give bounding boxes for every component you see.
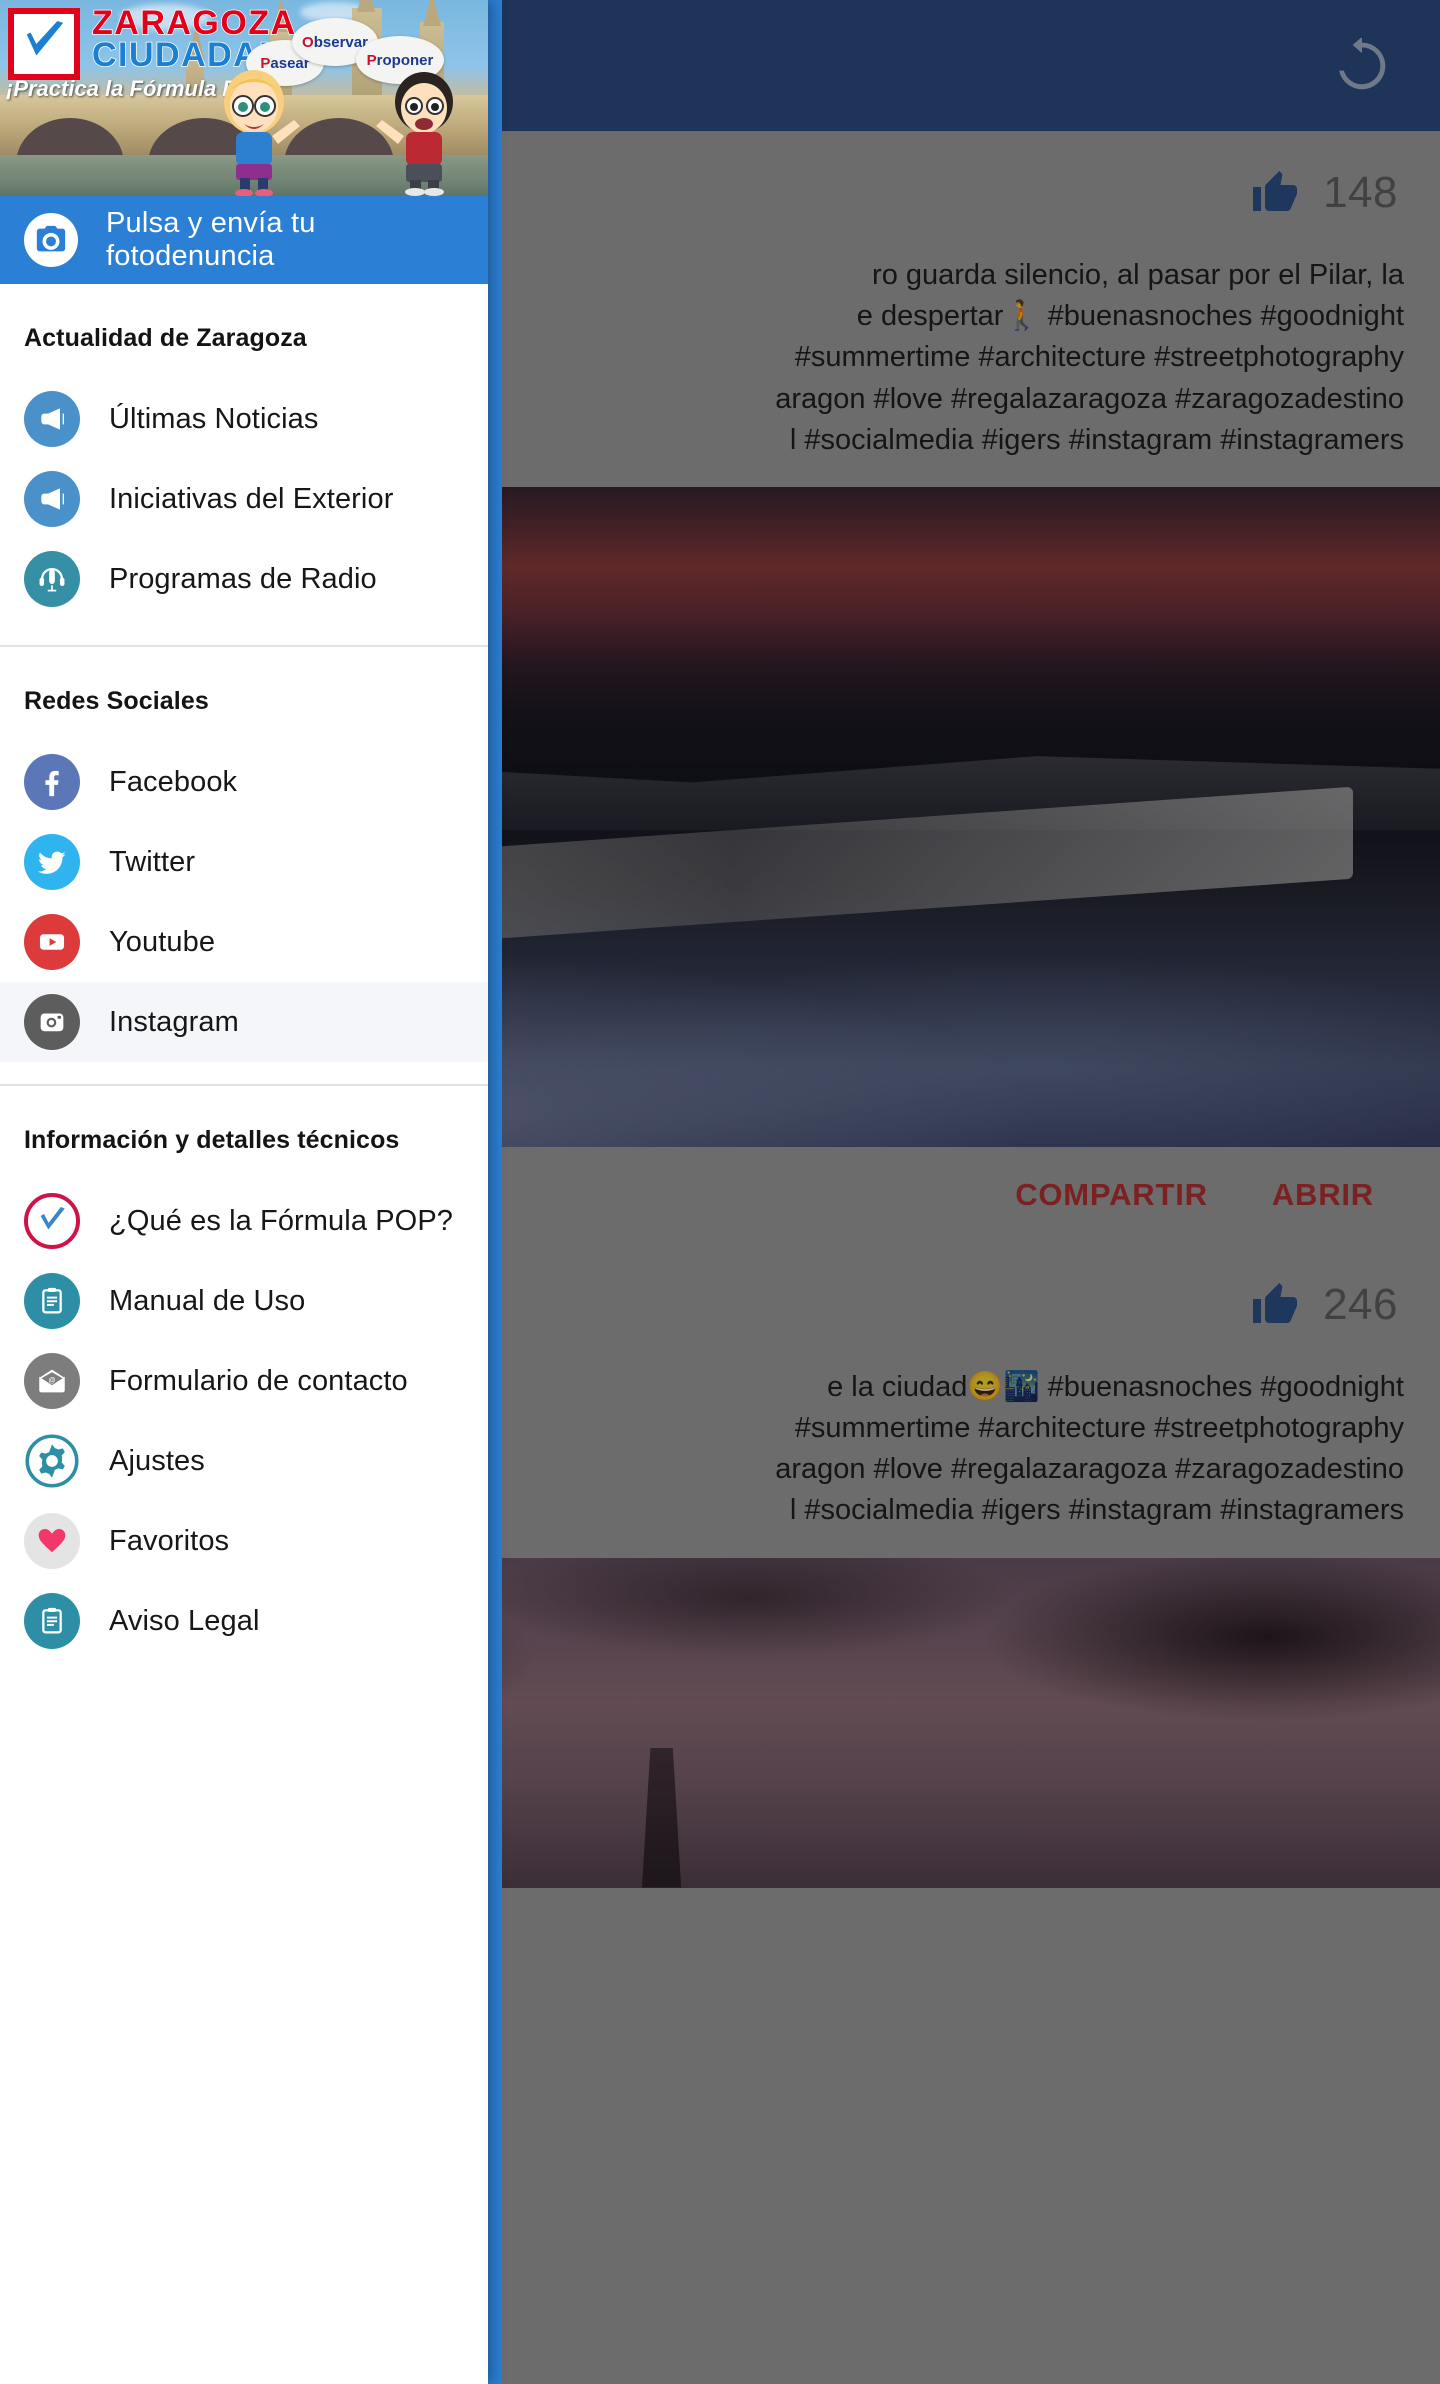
- sidebar-item-ajustes[interactable]: Ajustes: [0, 1421, 488, 1501]
- svg-text:@: @: [48, 1377, 55, 1385]
- sidebar-item-label: Aviso Legal: [109, 1604, 260, 1637]
- sidebar-item-twitter[interactable]: Twitter: [0, 822, 488, 902]
- photo-complaint-label: Pulsa y envía tu fotodenuncia: [106, 207, 316, 272]
- mascot-girl: [224, 70, 300, 196]
- bubble-label: Observar: [302, 33, 368, 51]
- pop-check-icon: [24, 1193, 80, 1249]
- photo-complaint-button[interactable]: Pulsa y envía tu fotodenuncia: [0, 196, 488, 284]
- drawer-header-banner: ZARAGOZA CIUDADANA ¡Practica la Fórmula …: [0, 0, 488, 196]
- section-title: Redes Sociales: [24, 687, 209, 715]
- sidebar-item-label: Twitter: [109, 845, 196, 878]
- checkmark-icon: [26, 21, 64, 56]
- sidebar-item-ultimas-noticias[interactable]: Últimas Noticias: [0, 379, 488, 459]
- brand-title-line1: ZARAGOZA: [91, 4, 297, 42]
- document-icon: [24, 1593, 80, 1649]
- twitter-icon: [24, 834, 80, 890]
- facebook-icon: [24, 754, 80, 810]
- document-icon: [24, 1273, 80, 1329]
- youtube-icon: [24, 914, 80, 970]
- sidebar-item-iniciativas-exterior[interactable]: Iniciativas del Exterior: [0, 459, 488, 539]
- camera-icon: [24, 213, 78, 267]
- sidebar-item-label: Instagram: [109, 1005, 239, 1038]
- drawer-edge-accent: [488, 0, 502, 2384]
- heart-icon: [24, 1513, 80, 1569]
- navigation-drawer: ZARAGOZA CIUDADANA ¡Practica la Fórmula …: [0, 0, 488, 2384]
- basilica-spire: [423, 0, 441, 26]
- sidebar-item-instagram[interactable]: Instagram: [0, 982, 488, 1062]
- sidebar-item-manual-de-uso[interactable]: Manual de Uso: [0, 1261, 488, 1341]
- mail-envelope-icon: @: [24, 1353, 80, 1409]
- sidebar-item-label: Programas de Radio: [109, 562, 377, 595]
- sidebar-item-label: Youtube: [109, 925, 216, 958]
- sidebar-item-programas-radio[interactable]: Programas de Radio: [0, 539, 488, 619]
- app-root: 148 ro guarda silencio, al pasar por el …: [0, 0, 1440, 2384]
- sidebar-item-que-es-formula-pop[interactable]: ¿Qué es la Fórmula POP?: [0, 1181, 488, 1261]
- basilica-spire: [357, 0, 375, 12]
- section-informacion: Información y detalles técnicos ¿Qué es …: [0, 1086, 488, 1661]
- megaphone-icon: [24, 391, 80, 447]
- sidebar-item-formulario-contacto[interactable]: @ Formulario de contacto: [0, 1341, 488, 1421]
- sidebar-item-label: Manual de Uso: [109, 1284, 306, 1317]
- sidebar-item-youtube[interactable]: Youtube: [0, 902, 488, 982]
- drawer-scrim[interactable]: [502, 0, 1440, 2384]
- sidebar-item-label: Facebook: [109, 765, 238, 798]
- section-title: Información y detalles técnicos: [24, 1126, 400, 1154]
- section-actualidad: Actualidad de Zaragoza Últimas Noticias …: [0, 284, 488, 645]
- instagram-icon: [24, 994, 80, 1050]
- sidebar-item-label: Favoritos: [109, 1524, 230, 1557]
- sidebar-item-aviso-legal[interactable]: Aviso Legal: [0, 1581, 488, 1661]
- sidebar-item-favoritos[interactable]: Favoritos: [0, 1501, 488, 1581]
- sidebar-item-label: Ajustes: [109, 1444, 205, 1477]
- sidebar-item-facebook[interactable]: Facebook: [0, 742, 488, 822]
- sidebar-item-label: Iniciativas del Exterior: [109, 482, 394, 515]
- section-redes-sociales: Redes Sociales Facebook Twitter Youtube …: [0, 647, 488, 1084]
- app-logo: [8, 8, 80, 80]
- section-title: Actualidad de Zaragoza: [24, 324, 307, 352]
- sidebar-item-label: Formulario de contacto: [109, 1364, 408, 1397]
- mascot-boy: [376, 72, 453, 196]
- sidebar-item-label: ¿Qué es la Fórmula POP?: [109, 1204, 453, 1237]
- sidebar-item-label: Últimas Noticias: [109, 402, 319, 435]
- radio-mic-icon: [24, 551, 80, 607]
- megaphone-icon: [24, 471, 80, 527]
- gear-icon: [24, 1433, 80, 1489]
